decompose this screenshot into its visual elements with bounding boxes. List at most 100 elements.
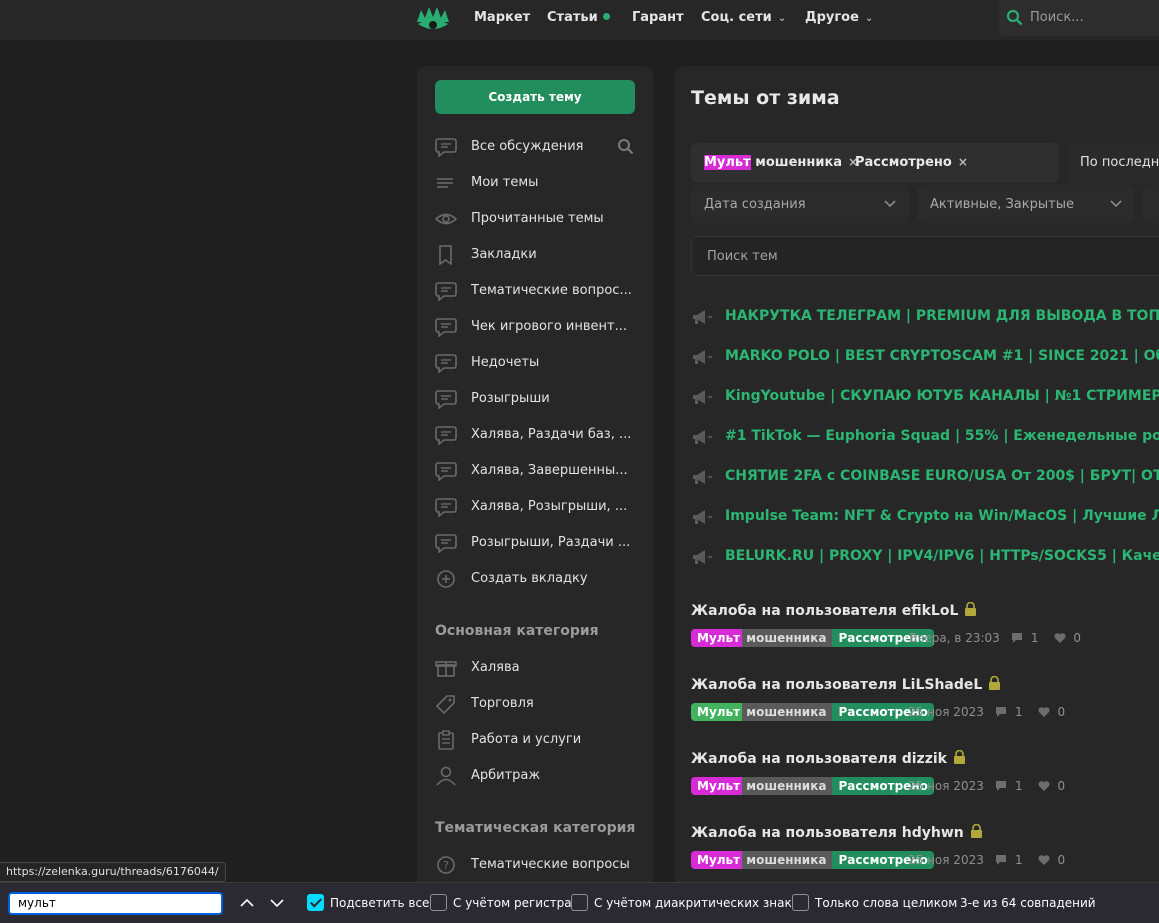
find-previous-button[interactable]: [237, 893, 257, 913]
reply-count: 1: [1014, 705, 1023, 719]
nav-other[interactable]: Другое ⌄: [805, 10, 873, 25]
top-navbar: Маркет Статьи Гарант Соц. сети ⌄ Другое ⌄ …: [0, 0, 1159, 40]
like-count: 0: [1057, 779, 1066, 793]
diacritics-checkbox[interactable]: [571, 894, 588, 911]
match-case-checkbox[interactable]: [430, 894, 447, 911]
prefix-scam[interactable]: Мульт мошенника: [691, 629, 833, 647]
filter-chip-prefix[interactable]: Мульт мошенника ×: [704, 155, 858, 170]
sidebar-item-trade[interactable]: Торговля: [417, 687, 653, 721]
sidebar-item-arbitrage[interactable]: Арбитраж: [417, 759, 653, 793]
lock-icon: [970, 824, 982, 838]
highlight-all-checkbox[interactable]: [307, 894, 324, 911]
status-url: https://zelenka.guru/threads/6176044/: [0, 862, 226, 882]
thread-item[interactable]: Жалоба на пользователя LiLShadeL Мульт мо…: [691, 676, 1159, 728]
sidebar-item-label: Создать вкладку: [471, 571, 588, 586]
site-logo[interactable]: [415, 4, 451, 34]
sidebar-item-bugs[interactable]: Недочеты: [417, 346, 653, 380]
extra-select[interactable]: [1143, 185, 1159, 223]
whole-words-checkbox[interactable]: [792, 894, 809, 911]
search-highlight: Мульт: [704, 155, 751, 170]
sidebar-item-label: Халява, Раздачи баз, ...: [471, 427, 631, 442]
sidebar-item-freebies-giveaways[interactable]: Халява, Розыгрыши, ...: [417, 490, 653, 524]
sidebar-item-read-threads[interactable]: Прочитанные темы: [417, 202, 653, 236]
search-highlight: Мульт: [691, 629, 743, 647]
thread-title[interactable]: Жалоба на пользователя hdyhwn: [691, 824, 983, 841]
sidebar-item-giveaways[interactable]: Розыгрыши: [417, 382, 653, 416]
section-heading-main: Основная категория: [435, 623, 599, 639]
prefix-scam[interactable]: Мульт мошенника: [691, 703, 833, 721]
close-icon[interactable]: ×: [958, 155, 968, 169]
search-icon[interactable]: [617, 138, 634, 155]
section-heading-thematic: Тематическая категория: [435, 820, 636, 836]
sticky-thread-title[interactable]: Impulse Team: NFT & Crypto на Win/MacOS …: [725, 508, 1159, 524]
sticky-thread[interactable]: #1 TikTok — Euphoria Squad | 55% | Ежене…: [691, 426, 1159, 448]
heart-icon: [1038, 781, 1050, 791]
like-count: 0: [1057, 853, 1066, 867]
thread-title[interactable]: Жалоба на пользователя LiLShadeL: [691, 676, 1001, 693]
thread-date: 25 ноя 2023: [908, 705, 984, 719]
sticky-thread-title[interactable]: MARKO POLO | BEST CRYPTOSCAM #1 | SINCE …: [725, 348, 1159, 364]
topic-search-input[interactable]: Поиск тем: [691, 236, 1159, 276]
prefix-scam[interactable]: Мульт мошенника: [691, 851, 833, 869]
thread-item[interactable]: Жалоба на пользователя dizzik Мульт мошен…: [691, 750, 1159, 802]
sidebar-item-thematic-questions[interactable]: ? Тематические вопросы: [417, 848, 653, 882]
sidebar-item-topic-qa[interactable]: Тематические вопрос...: [417, 274, 653, 308]
tag-icon: [435, 695, 455, 714]
megaphone-icon: [693, 470, 712, 484]
sidebar-item-bookmarks[interactable]: Закладки: [417, 238, 653, 272]
sticky-thread[interactable]: KingYoutube | СКУПАЮ ЮТУБ КАНАЛЫ | №1 СТ…: [691, 386, 1159, 408]
sticky-thread-title[interactable]: СНЯТИЕ 2FA с COINBASE EURO/USA От 200$ |…: [725, 468, 1159, 484]
lock-icon: [965, 602, 977, 616]
sticky-thread[interactable]: СНЯТИЕ 2FA с COINBASE EURO/USA От 200$ |…: [691, 466, 1159, 488]
sticky-thread[interactable]: MARKO POLO | BEST CRYPTOSCAM #1 | SINCE …: [691, 346, 1159, 368]
nav-social[interactable]: Соц. сети ⌄: [701, 10, 786, 25]
find-input[interactable]: мульт: [8, 892, 223, 915]
heart-icon: [1038, 707, 1050, 717]
sidebar-item-my-threads[interactable]: Мои темы: [417, 166, 653, 200]
question-icon: ?: [437, 856, 455, 874]
state-select[interactable]: Активные, Закрытые: [917, 185, 1135, 223]
thread-item[interactable]: Жалоба на пользователя hdyhwn Мульт мошен…: [691, 824, 1159, 876]
megaphone-icon: [693, 310, 712, 324]
chat-icon: [435, 318, 457, 337]
sidebar-item-create-tab[interactable]: Создать вкладку: [417, 562, 653, 596]
sidebar-item-giveaways-accounts[interactable]: Розыгрыши, Раздачи ...: [417, 526, 653, 560]
search-highlight: Мульт: [691, 703, 743, 721]
sidebar-item-freebies[interactable]: Халява: [417, 651, 653, 685]
thread-prefixes: Мульт мошенника Рассмотрено: [691, 851, 934, 869]
sidebar-item-label: Чек игрового инвент...: [471, 319, 627, 334]
sticky-thread-title[interactable]: НАКРУТКА ТЕЛЕГРАМ | PREMIUM ДЛЯ ВЫВОДА В…: [725, 308, 1159, 324]
reply-count: 1: [1014, 853, 1023, 867]
sticky-thread-title[interactable]: KingYoutube | СКУПАЮ ЮТУБ КАНАЛЫ | №1 СТ…: [725, 388, 1159, 404]
filter-chip-status[interactable]: Рассмотрено ×: [855, 155, 968, 170]
thread-title[interactable]: Жалоба на пользователя dizzik: [691, 750, 966, 767]
chat-icon: [435, 426, 457, 445]
sidebar-item-freebies-finished[interactable]: Халява, Завершенны...: [417, 454, 653, 488]
date-select[interactable]: Дата создания: [691, 185, 909, 223]
sidebar-item-inventory-check[interactable]: Чек игрового инвент...: [417, 310, 653, 344]
nav-articles[interactable]: Статьи: [547, 10, 610, 25]
whole-words-label: Только слова целиком: [815, 896, 958, 910]
nav-market[interactable]: Маркет: [474, 10, 530, 25]
heart-icon: [1038, 855, 1050, 865]
sticky-thread-title[interactable]: BELURK.RU | PROXY | IPV4/IPV6 | HTTPs/SO…: [725, 548, 1159, 564]
create-thread-button[interactable]: Создать тему: [435, 80, 635, 114]
sidebar-item-work-services[interactable]: Работа и услуги: [417, 723, 653, 757]
sticky-thread[interactable]: НАКРУТКА ТЕЛЕГРАМ | PREMIUM ДЛЯ ВЫВОДА В…: [691, 306, 1159, 328]
sticky-thread[interactable]: Impulse Team: NFT & Crypto на Win/MacOS …: [691, 506, 1159, 528]
chevron-down-icon: [884, 200, 896, 208]
find-next-button[interactable]: [267, 893, 287, 913]
prefix-scam[interactable]: Мульт мошенника: [691, 777, 833, 795]
sticky-thread[interactable]: BELURK.RU | PROXY | IPV4/IPV6 | HTTPs/SO…: [691, 546, 1159, 568]
sidebar-item-all-discussions[interactable]: Все обсуждения: [417, 130, 653, 164]
sidebar-item-freebies-bases[interactable]: Халява, Раздачи баз, ...: [417, 418, 653, 452]
top-search[interactable]: Поиск...: [998, 0, 1159, 36]
thread-title[interactable]: Жалоба на пользователя efikLoL: [691, 602, 977, 619]
sort-select[interactable]: По последнему: [1068, 143, 1159, 183]
thread-item[interactable]: Жалоба на пользователя efikLoL Мульт моше…: [691, 602, 1159, 654]
thread-meta: Вчера, в 23:03 1 0: [909, 631, 1081, 645]
nav-guarantor[interactable]: Гарант: [632, 10, 684, 25]
highlight-all-label: Подсветить все: [330, 896, 430, 910]
sticky-thread-title[interactable]: #1 TikTok — Euphoria Squad | 55% | Ежене…: [725, 428, 1159, 444]
sidebar-item-label: Халява: [471, 660, 520, 675]
